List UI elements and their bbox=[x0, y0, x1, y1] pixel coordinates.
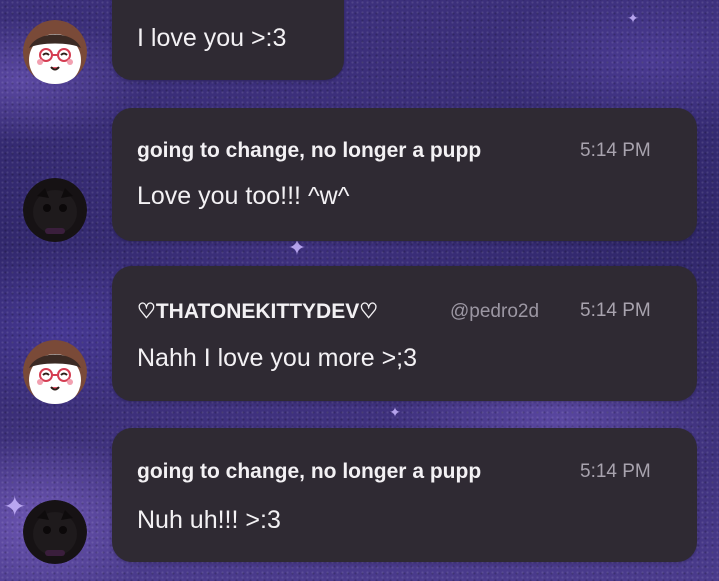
beaver-avatar[interactable] bbox=[23, 20, 87, 84]
message-text: Love you too!!! ^w^ bbox=[137, 182, 350, 210]
message-timestamp: 5:14 PM bbox=[580, 140, 651, 161]
sparkle-icon: ✦ bbox=[3, 490, 27, 523]
message-author[interactable]: ♡THATONEKITTYDEV♡ bbox=[137, 299, 378, 324]
message-bubble[interactable] bbox=[112, 108, 697, 241]
message-timestamp: 5:14 PM bbox=[580, 461, 651, 482]
message-handle[interactable]: @pedro2d bbox=[450, 301, 539, 323]
message-text: I love you >:3 bbox=[137, 24, 287, 52]
message-author[interactable]: going to change, no longer a pupp bbox=[137, 460, 481, 484]
message-timestamp: 5:14 PM bbox=[580, 300, 651, 321]
dark-avatar[interactable] bbox=[23, 178, 87, 242]
sparkle-icon: ✦ bbox=[287, 236, 307, 261]
message-text: Nuh uh!!! >:3 bbox=[137, 506, 281, 534]
message-bubble[interactable] bbox=[112, 266, 697, 401]
message-author[interactable]: going to change, no longer a pupp bbox=[137, 139, 481, 163]
dark-avatar[interactable] bbox=[23, 500, 87, 564]
beaver-avatar[interactable] bbox=[23, 340, 87, 404]
sparkle-icon: ✦ bbox=[389, 405, 401, 421]
sparkle-icon: ✦ bbox=[627, 11, 639, 27]
message-bubble[interactable] bbox=[112, 428, 697, 562]
message-text: Nahh I love you more >;3 bbox=[137, 344, 418, 372]
